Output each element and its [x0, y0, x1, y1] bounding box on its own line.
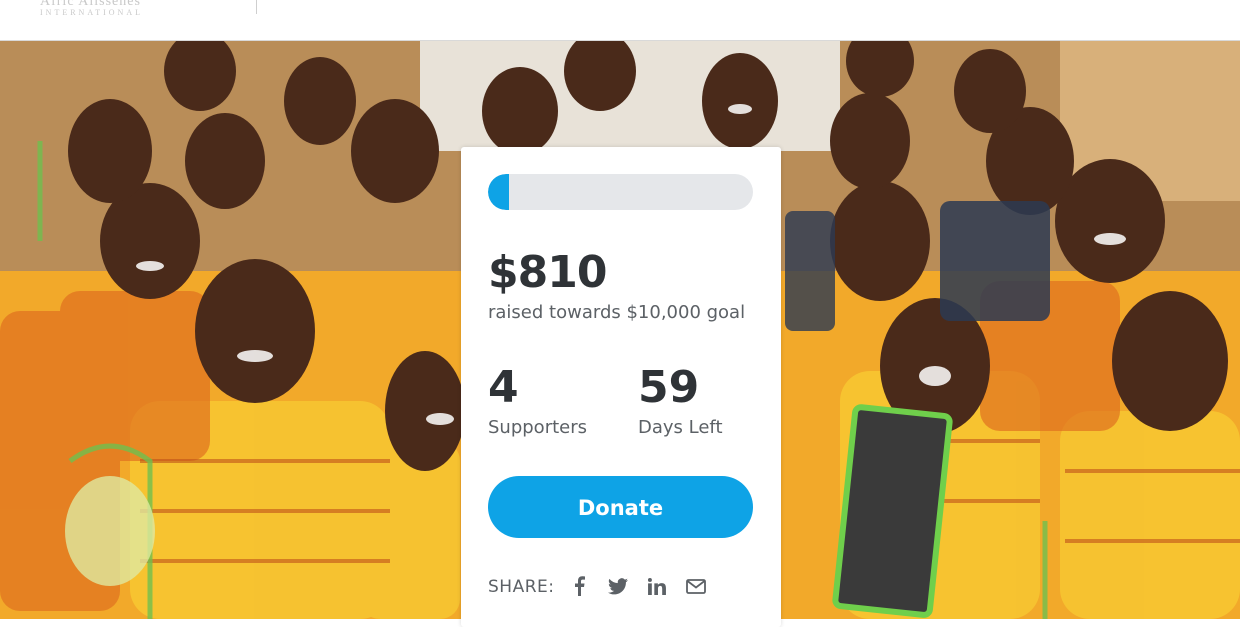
top-navbar: Afric Alissenes INTERNATIONAL — [0, 0, 1240, 41]
goal-text: raised towards $10,000 goal — [488, 302, 746, 323]
days-left-count: 59 — [638, 362, 700, 413]
share-label: SHARE: — [488, 577, 555, 597]
logo[interactable]: Afric Alissenes INTERNATIONAL — [40, 0, 143, 17]
donate-button[interactable]: Donate — [488, 476, 753, 538]
funding-progress-fill — [488, 174, 510, 210]
linkedin-icon[interactable] — [647, 575, 667, 597]
funding-progress-bar — [488, 174, 753, 210]
amount-raised: $810 — [488, 247, 607, 298]
campaign-card: $810 raised towards $10,000 goal 4 Suppo… — [461, 147, 781, 627]
logo-subtext: INTERNATIONAL — [40, 8, 143, 17]
share-icons — [569, 575, 706, 597]
supporters-count: 4 — [488, 362, 519, 413]
email-icon[interactable] — [686, 575, 706, 597]
days-left-label: Days Left — [638, 417, 723, 438]
twitter-icon[interactable] — [608, 575, 628, 597]
nav-divider — [256, 0, 257, 14]
facebook-icon[interactable] — [569, 575, 589, 597]
supporters-label: Supporters — [488, 417, 588, 438]
